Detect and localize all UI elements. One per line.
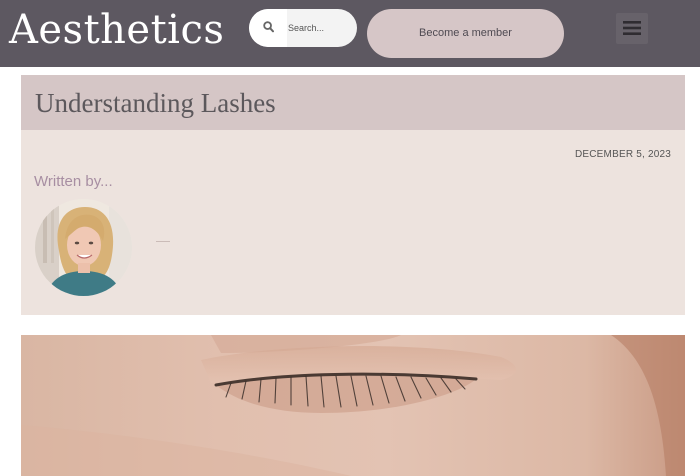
- search-icon: [263, 21, 274, 33]
- author-photo: [35, 199, 132, 296]
- search-box[interactable]: [249, 9, 357, 47]
- post-title-band: Understanding Lashes: [21, 75, 685, 130]
- post-meta-card: DECEMBER 5, 2023 Written by...: [21, 130, 685, 315]
- menu-button[interactable]: [616, 13, 648, 44]
- hamburger-menu-icon: [623, 21, 641, 35]
- written-by-label: Written by...: [34, 173, 113, 190]
- eye-lashes-photo: [21, 335, 685, 476]
- site-header: Aesthetics Become a member: [0, 0, 700, 67]
- site-logo[interactable]: Aesthetics: [9, 2, 224, 58]
- author-name[interactable]: [156, 241, 170, 242]
- post-date: DECEMBER 5, 2023: [574, 149, 671, 160]
- become-member-button[interactable]: Become a member: [367, 9, 564, 58]
- search-input[interactable]: [285, 18, 356, 38]
- author-avatar: [35, 199, 132, 296]
- page-title: Understanding Lashes: [35, 88, 276, 118]
- search-button[interactable]: [249, 9, 287, 47]
- hero-image: [21, 335, 685, 476]
